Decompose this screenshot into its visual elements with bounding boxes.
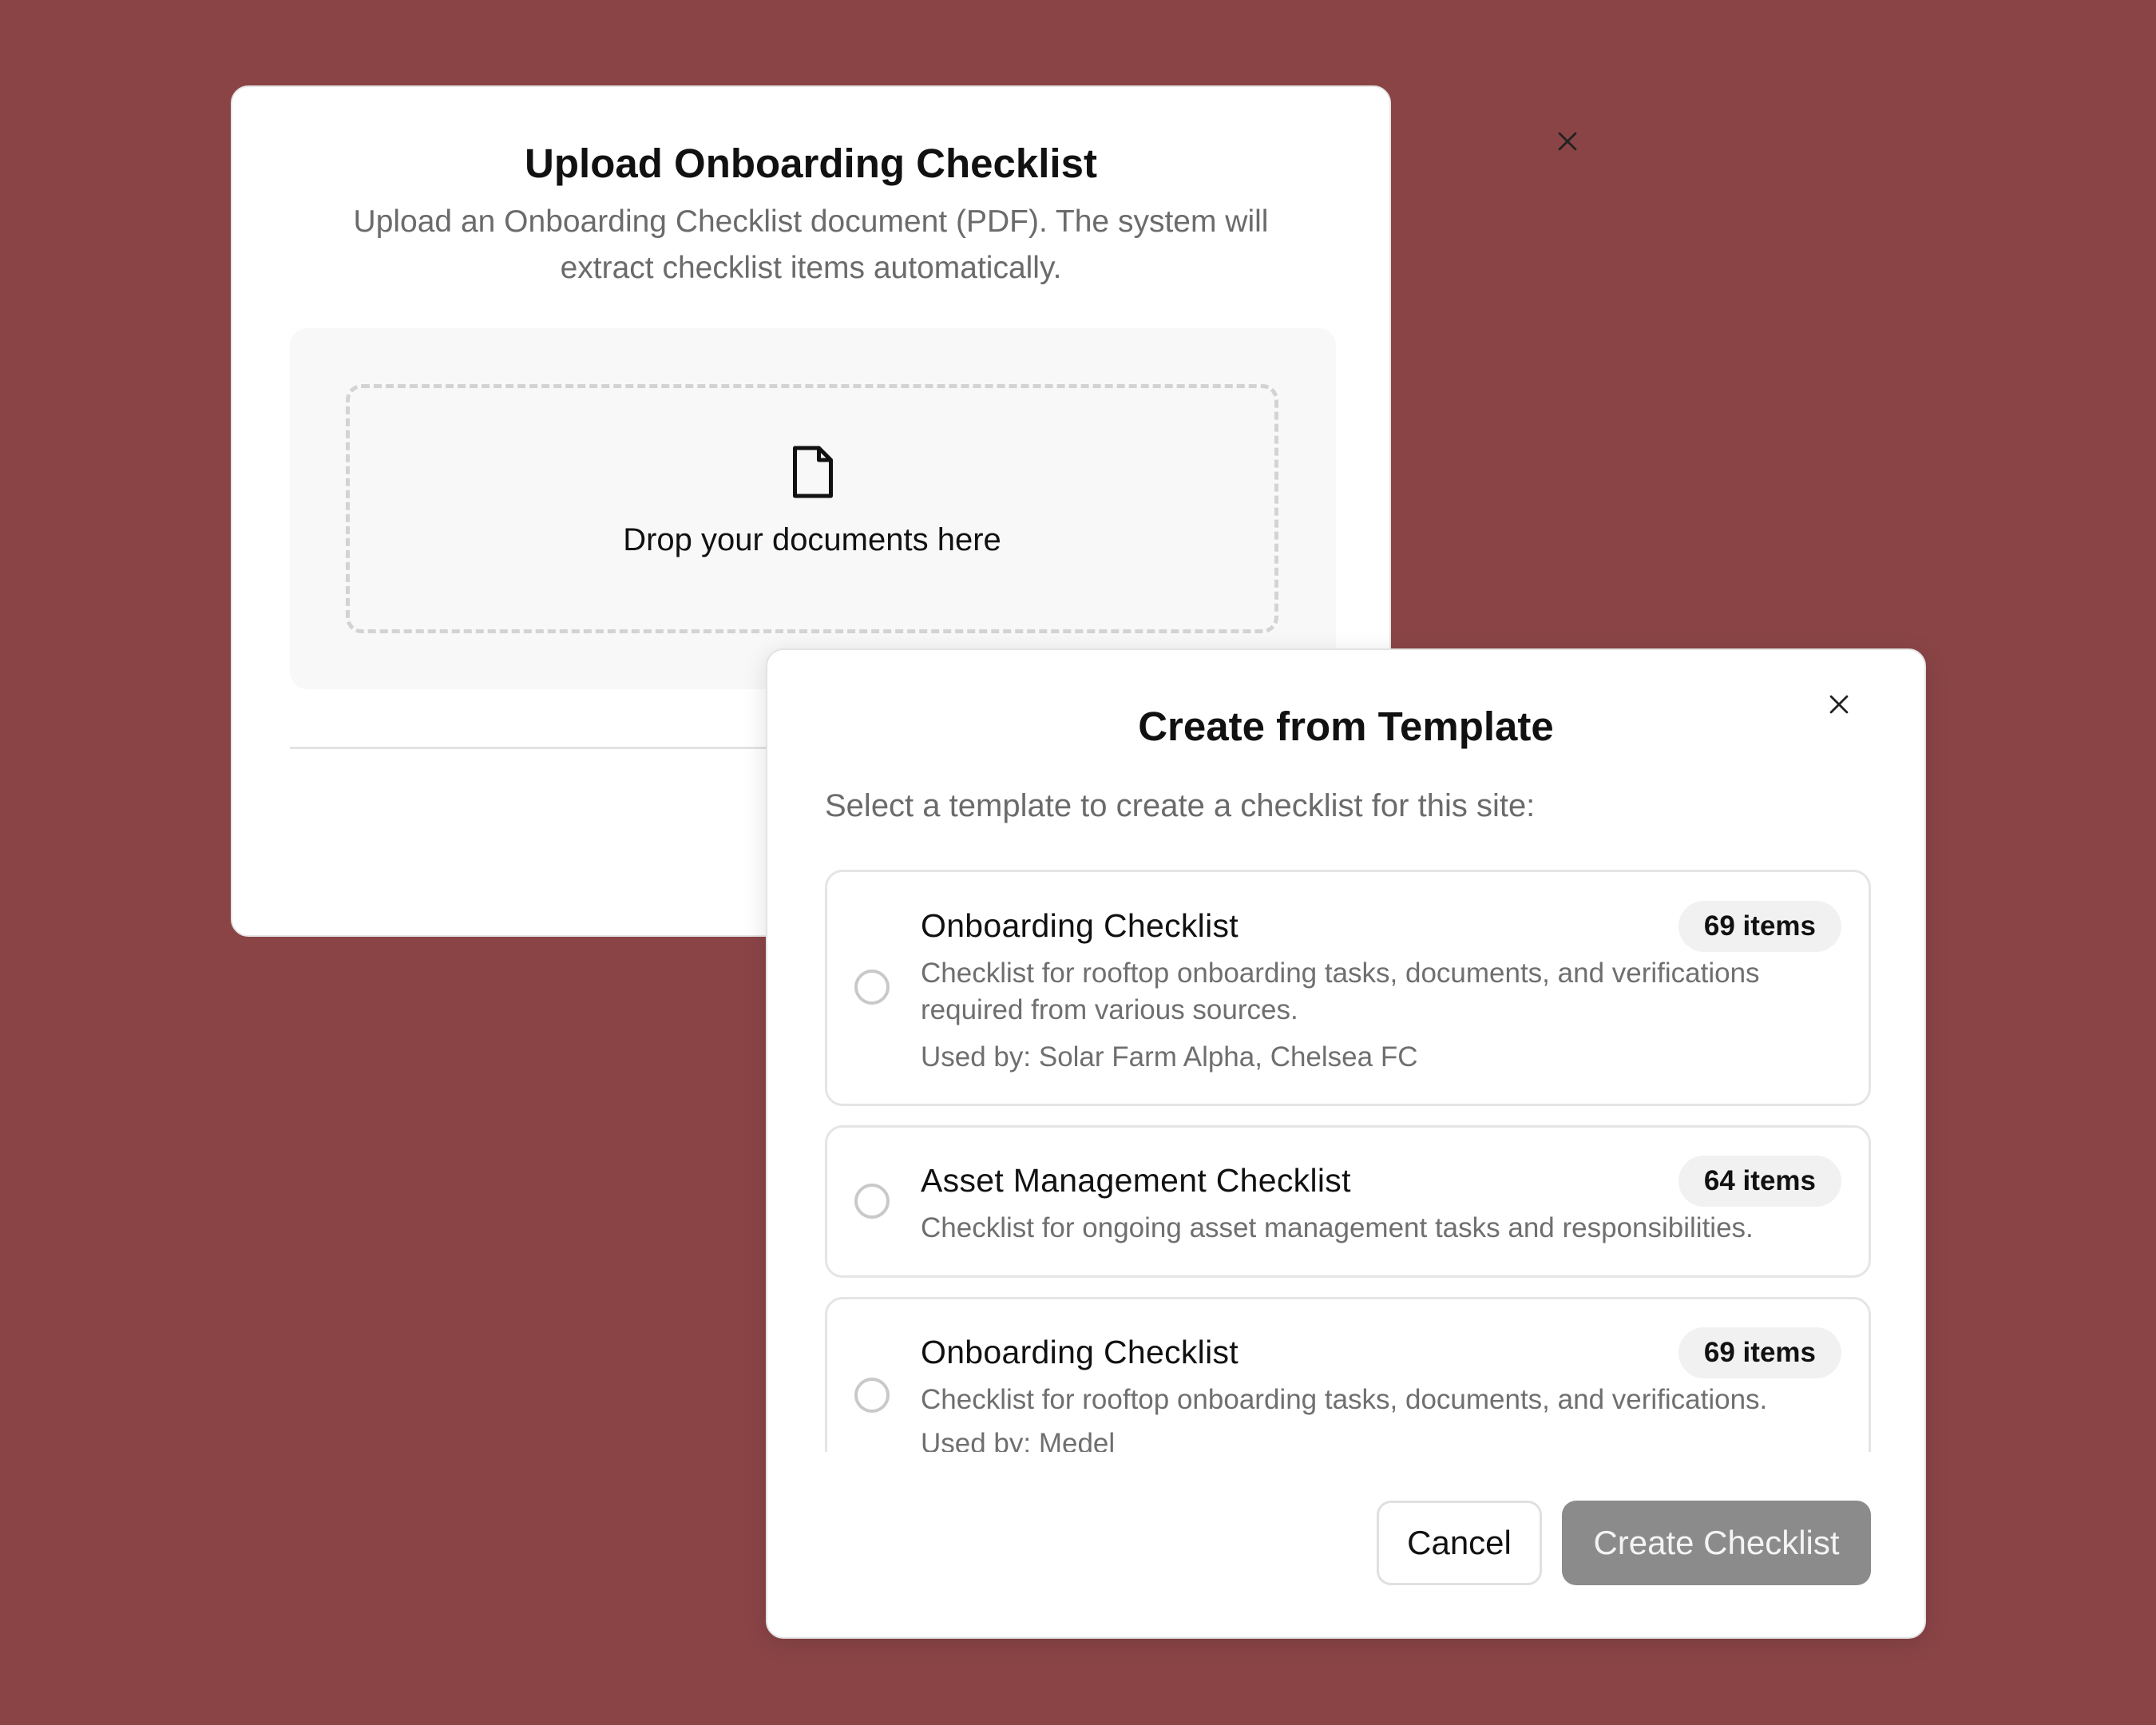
upload-modal-close-button[interactable] [1545,119,1590,164]
template-radio[interactable] [854,1378,890,1413]
create-checklist-button[interactable]: Create Checklist [1562,1501,1871,1585]
template-name: Onboarding Checklist [921,907,1239,944]
item-count-badge: 64 items [1678,1156,1841,1207]
template-modal-close-button[interactable] [1817,682,1861,727]
template-name: Asset Management Checklist [921,1162,1351,1199]
template-description: Checklist for ongoing asset management t… [921,1212,1754,1243]
template-modal-title: Create from Template [1138,704,1554,749]
drop-zone-label: Drop your documents here [623,522,1001,557]
template-card[interactable]: Asset Management Checklist 64 items Chec… [825,1125,1871,1278]
file-drop-zone[interactable]: Drop your documents here [346,384,1278,633]
upload-modal-description: Upload an Onboarding Checklist document … [353,204,1269,285]
screen: Upload Onboarding Checklist Upload an On… [0,0,2156,1725]
template-radio[interactable] [854,1184,890,1219]
template-name: Onboarding Checklist [921,1334,1239,1370]
upload-modal-title: Upload Onboarding Checklist [525,141,1097,186]
document-icon [788,444,838,500]
template-card[interactable]: Onboarding Checklist 69 items Checklist … [825,1297,1871,1452]
template-list[interactable]: Onboarding Checklist 69 items Checklist … [825,858,1871,1452]
upload-panel: Drop your documents here [290,328,1336,689]
template-card[interactable]: Onboarding Checklist 69 items Checklist … [825,870,1871,1106]
close-icon [1829,695,1849,714]
template-used-by: Used by: Medel [921,1428,1116,1452]
template-description: Checklist for rooftop onboarding tasks, … [921,958,1760,1025]
template-radio[interactable] [854,970,890,1005]
item-count-badge: 69 items [1678,1327,1841,1378]
template-description: Checklist for rooftop onboarding tasks, … [921,1384,1768,1415]
item-count-badge: 69 items [1678,901,1841,952]
cancel-button[interactable]: Cancel [1377,1501,1542,1585]
create-from-template-modal: Create from Template Select a template t… [766,648,1926,1639]
template-used-by: Used by: Solar Farm Alpha, Chelsea FC [921,1041,1418,1073]
template-modal-subtitle: Select a template to create a checklist … [825,788,1536,823]
close-icon [1558,132,1577,151]
